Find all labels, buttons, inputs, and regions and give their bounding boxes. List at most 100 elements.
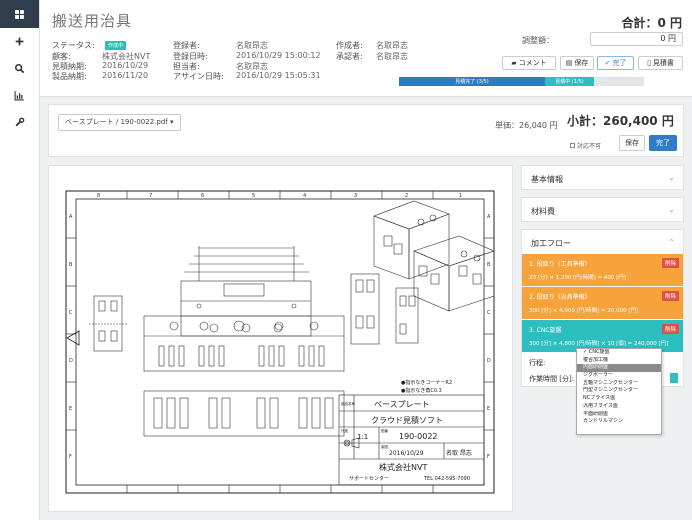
registrant-label: 登録者: [173,41,200,50]
wrench-icon [15,117,25,127]
complete-button[interactable]: ✓ 完了 [597,56,634,70]
file-select[interactable]: ベースプレート / 190-0022.pdf ▾ [58,114,181,131]
progress-done: 見積完了 (3/5) [399,77,545,86]
row-label: B [69,262,73,268]
basic-info-title: 基本情報 [531,175,563,184]
right-panel: 基本情報 ⌄ 材料費 ⌄ 加工フロー ⌃ 1. 段取り（工具準備） 20 [分]… [521,165,684,435]
file-bar: ベースプレート / 190-0022.pdf ▾ 単価：26,040 円 小計：… [48,104,684,157]
status-badge: 作成中 [105,41,127,50]
progress-remaining [594,77,644,86]
scale-label: 尺度 [341,428,349,433]
comment-button[interactable]: ▰ コメント [502,56,556,70]
process-label: 行程: [529,359,546,367]
system-name: クラウド見積ソフト [371,415,443,425]
nav-search[interactable] [0,55,39,82]
col-label: 7 [149,193,152,199]
process-step[interactable]: 1. 段取り（工具準備） 20 [分] × 1,200 [円/時間] = 400… [522,254,683,286]
col-label: 8 [97,193,100,199]
company-name: 株式会社NVT [379,462,427,472]
file-done-button[interactable]: 完了 [649,135,677,151]
progress-bar: 見積完了 (3/5) 見積中 (1/5) [399,77,644,86]
checkbox-box[interactable] [570,143,575,148]
drawing-date: 2016/10/29 [389,450,424,457]
assign-date-label: アサイン日時: [173,72,224,81]
scale-value: 1:1 [357,433,368,441]
file-save-button[interactable]: 保存 [619,135,645,151]
row-label: A [69,214,73,220]
chevron-up-icon[interactable]: ⌃ [668,238,675,247]
delete-step-button[interactable]: 削除 [661,324,679,334]
adjust-input[interactable]: 0 円 [590,32,683,46]
quote-button[interactable]: ▯ 見積書 [638,56,683,70]
dropdown-option[interactable]: ✓ CNC旋盤 [577,349,661,357]
progress-in-progress: 見積中 (1/5) [545,77,594,86]
row-label: F [69,454,72,460]
adjust-value: 0 [660,34,666,43]
assign-date-value: 2016/10/29 15:05:31 [236,71,321,80]
process-step[interactable]: 2. 段取り（治具準備） 300 [分] × 4,000 [円/時間] = 20… [522,287,683,319]
part-name: ベースプレート [374,400,430,409]
product-due-value: 2016/11/20 [102,71,149,80]
nav-chart[interactable] [0,82,39,109]
registrant-value: 名取昂志 [236,41,268,50]
chart-icon [14,91,24,101]
drawing-note: ●指示なき角C0.3 [401,387,442,394]
drafter-name: 名取 昂志 [446,449,472,457]
cad-drawing: 8 7 6 5 4 3 2 1 A B C D E F A B C D E F [65,190,495,494]
save-icon: ▤ [565,59,573,67]
nav-tools[interactable] [0,109,39,136]
dropdown-option[interactable]: ガンドリルマシン [577,418,661,426]
total-amount: 合計：0 円 [621,16,682,30]
delete-step-button[interactable]: 削除 [661,258,679,268]
status-label: ステータス: [52,41,95,50]
dropdown-option[interactable]: 汎用フライス盤 [577,403,661,411]
material-cost-title: 材料費 [531,207,555,216]
drawing-no: 190-0022 [399,432,438,441]
drawing-no-label: 図番 [381,428,389,433]
adjust-label: 調整額： [522,36,554,45]
tel-number: TEL 042-595-7090 [423,476,470,482]
row-label-right: F [487,454,490,460]
search-icon [14,63,25,74]
nav-add[interactable] [0,28,39,55]
page-title: 搬送用治具 [52,12,133,30]
adjust-unit: 円 [668,34,676,43]
row-label-right: D [487,358,491,364]
unit-price: 単価：26,040 円 [495,121,558,130]
accordion-material-cost[interactable]: 材料費 ⌄ [521,197,684,222]
save-button[interactable]: ▤ 保存 [560,56,594,70]
support-center: サポートセンター [349,475,389,482]
process-dropdown[interactable]: ✓ CNC旋盤 複合加工機 内面研削盤 ジグボーラー 五軸マシニングセンター 門… [576,348,662,435]
dropdown-option[interactable]: ジグボーラー [577,372,661,380]
row-label: C [69,310,73,316]
chevron-down-icon: ⌄ [668,173,675,182]
work-time-input[interactable] [670,373,678,383]
row-label: E [69,406,72,412]
col-label: 4 [303,193,306,199]
drawing-viewer[interactable]: 8 7 6 5 4 3 2 1 A B C D E F A B C D E F [48,165,513,512]
document-icon: ▯ [647,59,651,67]
accordion-basic-info[interactable]: 基本情報 ⌄ [521,165,684,190]
not-supported-checkbox[interactable]: 対応不可 [570,141,601,150]
nav-grid[interactable] [0,0,39,28]
header: 搬送用治具 ステータス: 作成中 顧客: 株式会社NVT 見積納期: 2016/… [40,0,692,97]
right-view [350,273,419,345]
dropdown-option-selected[interactable]: 内面研削盤 [577,364,661,373]
col-label: 3 [354,193,357,199]
front-view [143,315,345,372]
check-icon: ✓ [604,59,611,67]
plus-icon [15,37,24,46]
reg-date-value: 2016/10/29 15:00:12 [236,51,321,60]
chevron-down-icon: ⌄ [668,205,675,214]
dropdown-option[interactable]: 門型マシニングセンター [577,387,661,395]
row-label-right: B [487,262,491,268]
delete-step-button[interactable]: 削除 [661,291,679,301]
dropdown-option[interactable]: NCフライス盤 [577,395,661,403]
col-label: 1 [459,193,462,199]
row-label-right: A [487,214,491,220]
dropdown-option[interactable]: 平面研削盤 [577,411,661,419]
approver-label: 承認者: [336,52,363,61]
dropdown-option[interactable]: 五軸マシニングセンター [577,380,661,388]
dropdown-option[interactable]: 複合加工機 [577,357,661,365]
creator-value: 名取昂志 [376,41,408,50]
